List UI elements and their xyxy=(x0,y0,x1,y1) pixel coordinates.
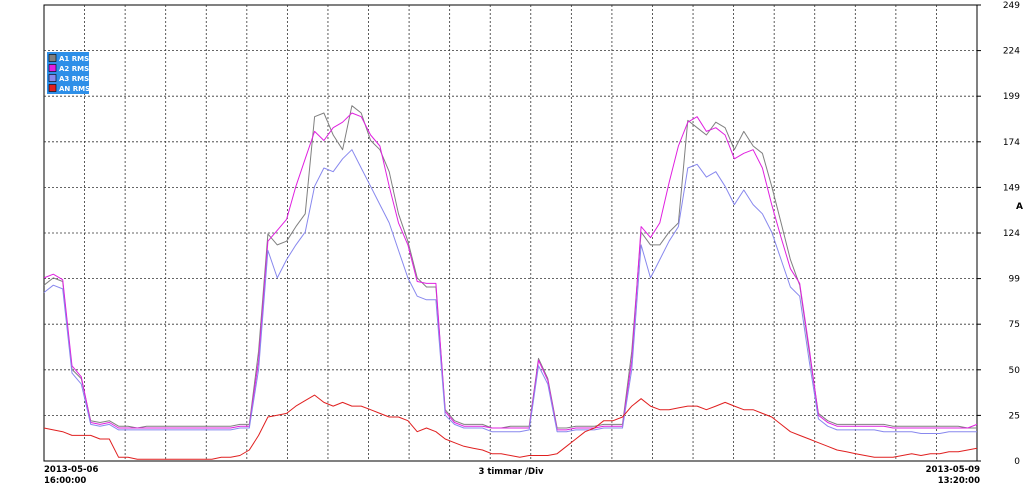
y-tick-label: 124 xyxy=(1003,229,1020,239)
legend-label: AN RMS xyxy=(59,85,90,93)
legend-swatch xyxy=(48,74,57,82)
y-ticks: 0 25 50 75 99 124 149 174 199 224 249 xyxy=(977,1,1020,467)
y-tick-label: 174 xyxy=(1003,138,1020,148)
y-tick-label: 75 xyxy=(1009,320,1020,330)
legend-swatch xyxy=(48,84,57,92)
legend: A1 RMS A2 RMS A3 RMS AN RMS xyxy=(47,52,90,94)
x-axis-label: 3 timmar /Div xyxy=(478,467,544,477)
y-tick-label: 149 xyxy=(1003,183,1020,193)
y-tick-label: 224 xyxy=(1003,47,1020,57)
legend-label: A3 RMS xyxy=(59,75,89,83)
y-tick-label: 50 xyxy=(1009,366,1021,376)
legend-swatch xyxy=(48,54,57,62)
x-start-date: 2013-05-06 xyxy=(44,465,98,475)
y-axis-unit: A xyxy=(1016,202,1023,212)
x-end-time: 13:20:00 xyxy=(938,476,980,485)
y-tick-label: 99 xyxy=(1009,275,1021,285)
chart: 0 25 50 75 99 124 149 174 199 224 249 A 2013-05-06… xyxy=(43,1,1023,485)
y-tick-label: 249 xyxy=(1003,1,1020,11)
legend-swatch xyxy=(48,64,57,72)
x-start-time: 16:00:00 xyxy=(44,476,86,485)
x-end-date: 2013-05-09 xyxy=(926,465,980,475)
legend-label: A1 RMS xyxy=(59,55,89,63)
y-tick-label: 199 xyxy=(1003,92,1020,102)
legend-label: A2 RMS xyxy=(59,65,89,73)
y-tick-label: 25 xyxy=(1009,411,1020,421)
y-tick-label: 0 xyxy=(1014,457,1020,467)
